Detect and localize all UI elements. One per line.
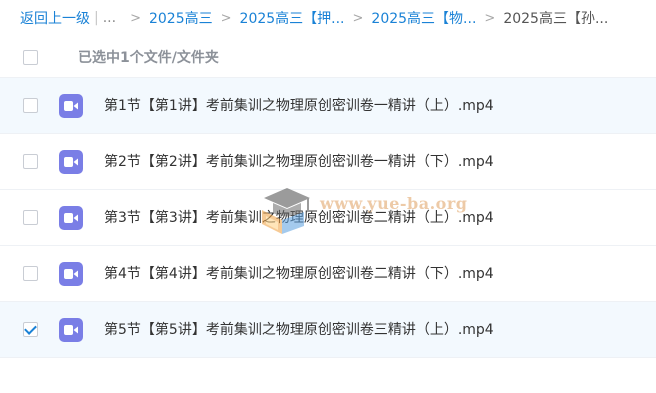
file-checkbox[interactable] [23, 266, 38, 281]
breadcrumb-separator-icon: > [352, 10, 364, 26]
breadcrumb-item[interactable]: 2025高三【押... [240, 8, 345, 28]
breadcrumb-ellipsis[interactable]: ... [103, 10, 116, 26]
breadcrumb-item[interactable]: 2025高三 [149, 8, 213, 28]
video-file-icon [59, 206, 83, 230]
file-name[interactable]: 第1节【第1讲】考前集训之物理原创密训卷一精讲（上）.mp4 [104, 78, 494, 134]
file-row[interactable]: 第4节【第4讲】考前集训之物理原创密训卷二精讲（下）.mp4 [0, 246, 656, 302]
breadcrumb: 返回上一级 | ... > 2025高三 > 2025高三【押... > 202… [0, 0, 656, 36]
breadcrumb-current: 2025高三【孙... [503, 11, 609, 27]
video-file-icon [59, 150, 83, 174]
file-checkbox[interactable] [23, 210, 38, 225]
breadcrumb-separator-icon: > [484, 10, 496, 26]
file-name[interactable]: 第3节【第3讲】考前集训之物理原创密训卷二精讲（上）.mp4 [104, 190, 494, 246]
selection-summary: 已选中1个文件/文件夹 [78, 50, 219, 66]
video-file-icon [59, 262, 83, 286]
breadcrumb-separator-icon: > [130, 10, 141, 26]
file-checkbox[interactable] [23, 322, 38, 337]
breadcrumb-item[interactable]: 2025高三【物... [371, 8, 476, 28]
file-row[interactable]: 第2节【第2讲】考前集训之物理原创密训卷一精讲（下）.mp4 [0, 134, 656, 190]
file-name[interactable]: 第2节【第2讲】考前集训之物理原创密训卷一精讲（下）.mp4 [104, 134, 494, 190]
breadcrumb-separator-icon: > [220, 10, 232, 26]
select-all-checkbox[interactable] [23, 50, 38, 65]
file-name[interactable]: 第5节【第5讲】考前集训之物理原创密训卷三精讲（上）.mp4 [104, 302, 494, 358]
file-row[interactable]: 第5节【第5讲】考前集训之物理原创密训卷三精讲（上）.mp4 [0, 302, 656, 358]
file-checkbox[interactable] [23, 154, 38, 169]
breadcrumb-divider: | [94, 10, 99, 26]
selection-header: 已选中1个文件/文件夹 [0, 38, 656, 78]
file-checkbox[interactable] [23, 98, 38, 113]
file-name[interactable]: 第4节【第4讲】考前集训之物理原创密训卷二精讲（下）.mp4 [104, 246, 494, 302]
video-file-icon [59, 94, 83, 118]
back-link[interactable]: 返回上一级 [20, 8, 90, 28]
file-row[interactable]: 第1节【第1讲】考前集训之物理原创密训卷一精讲（上）.mp4 [0, 78, 656, 134]
file-row[interactable]: 第3节【第3讲】考前集训之物理原创密训卷二精讲（上）.mp4 [0, 190, 656, 246]
video-file-icon [59, 318, 83, 342]
file-browser: 返回上一级 | ... > 2025高三 > 2025高三【押... > 202… [0, 0, 656, 393]
